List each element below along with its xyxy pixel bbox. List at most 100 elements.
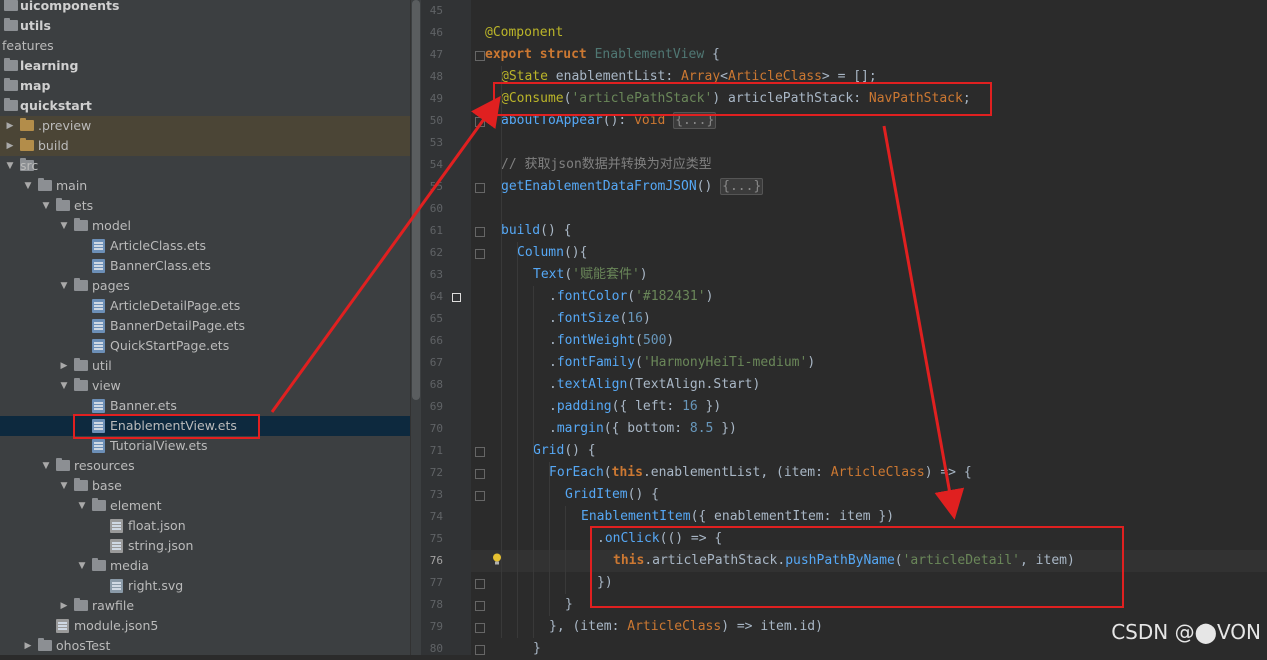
tree-item[interactable]: ▼ src (0, 156, 410, 176)
chevron-right-icon[interactable]: ▶ (22, 636, 34, 655)
chevron-down-icon[interactable]: ▼ (40, 196, 52, 216)
code-token: () (696, 179, 721, 194)
fold-marker-icon[interactable] (475, 623, 485, 633)
tree-item[interactable]: ▶ build (0, 136, 410, 156)
tree-item[interactable]: ▼ base (0, 476, 410, 496)
code-line[interactable]: } (565, 594, 573, 616)
code-line[interactable]: Grid() { (533, 440, 596, 462)
tree-item[interactable]: learning (0, 56, 410, 76)
code-line[interactable]: }, (item: ArticleClass) => item.id) (549, 616, 823, 638)
tree-item[interactable]: utils (0, 16, 410, 36)
tree-item[interactable]: ▶ .preview (0, 116, 410, 136)
chevron-down-icon[interactable]: ▼ (4, 156, 16, 176)
chevron-down-icon[interactable]: ▼ (58, 476, 70, 496)
code-line[interactable]: getEnablementDataFromJSON() {...} (501, 176, 764, 198)
fold-marker-icon[interactable] (475, 249, 485, 259)
code-line[interactable]: .fontFamily('HarmonyHeiTi-medium') (549, 352, 815, 374)
tree-item[interactable]: ▼ element (0, 496, 410, 516)
folder-icon (4, 0, 18, 11)
tree-item[interactable]: ▼ model (0, 216, 410, 236)
tree-item[interactable]: BannerDetailPage.ets (0, 316, 410, 336)
code-line[interactable]: build() { (501, 220, 571, 242)
tree-item[interactable]: ▼ resources (0, 456, 410, 476)
tree-item[interactable]: module.json5 (0, 616, 410, 636)
code-line[interactable]: Column(){ (517, 242, 587, 264)
tree-item[interactable]: ▶ util (0, 356, 410, 376)
code-token: '赋能套件' (572, 267, 640, 282)
code-line[interactable]: } (533, 638, 541, 660)
code-line[interactable]: EnablementItem({ enablementItem: item }) (581, 506, 894, 528)
project-tree-scrollbar[interactable] (410, 0, 421, 655)
scrollbar-thumb[interactable] (412, 0, 420, 400)
chevron-down-icon[interactable]: ▼ (76, 556, 88, 576)
chevron-right-icon[interactable]: ▶ (58, 596, 70, 616)
fold-marker-icon[interactable] (475, 117, 485, 127)
tree-item[interactable]: ▼ main (0, 176, 410, 196)
fold-marker-icon[interactable] (475, 491, 485, 501)
tree-item[interactable]: ▼ ets (0, 196, 410, 216)
tree-item[interactable]: ▼ media (0, 556, 410, 576)
fold-marker-icon[interactable] (475, 447, 485, 457)
code-line[interactable]: // 获取json数据并转换为对应类型 (501, 154, 712, 176)
code-line[interactable]: @Component (485, 22, 563, 44)
code-line[interactable]: .fontWeight(500) (549, 330, 674, 352)
tree-item-label: float.json (128, 518, 186, 533)
tree-item[interactable]: uicomponents (0, 0, 410, 16)
project-tree-panel: uicomponents utils features learning map quic… (0, 0, 410, 655)
code-token: ForEach (549, 465, 604, 480)
lightbulb-icon[interactable] (492, 553, 502, 565)
tree-item-label: ArticleClass.ets (110, 238, 207, 253)
code-line[interactable]: .fontColor('#182431') (549, 286, 713, 308)
tree-item[interactable]: ▼ pages (0, 276, 410, 296)
tree-item[interactable]: QuickStartPage.ets (0, 336, 410, 356)
code-line[interactable]: .margin({ bottom: 8.5 }) (549, 418, 737, 440)
fold-marker-icon[interactable] (475, 469, 485, 479)
fold-marker-icon[interactable] (475, 645, 485, 655)
folder-icon (74, 598, 88, 611)
code-token: ArticleClass (830, 465, 925, 480)
bookmark-icon[interactable] (452, 293, 461, 302)
chevron-right-icon[interactable]: ▶ (4, 136, 16, 156)
tree-item[interactable]: TutorialView.ets (0, 436, 410, 456)
tree-item[interactable]: string.json (0, 536, 410, 556)
tree-item[interactable]: ▶ ohosTest (0, 636, 410, 655)
tree-item[interactable]: ArticleDetailPage.ets (0, 296, 410, 316)
chevron-down-icon[interactable]: ▼ (22, 176, 34, 196)
tree-item[interactable]: Banner.ets (0, 396, 410, 416)
line-number: 78 (429, 598, 443, 611)
chevron-down-icon[interactable]: ▼ (40, 456, 52, 476)
fold-marker-icon[interactable] (475, 601, 485, 611)
tree-item-label: features (2, 38, 54, 53)
code-token: fontFamily (556, 355, 636, 370)
code-line[interactable]: .padding({ left: 16 }) (549, 396, 721, 418)
chevron-down-icon[interactable]: ▼ (58, 276, 70, 296)
code-line[interactable]: ForEach(this.enablementList, (item: Arti… (549, 462, 972, 484)
tree-item[interactable]: float.json (0, 516, 410, 536)
chevron-right-icon[interactable]: ▶ (58, 356, 70, 376)
tree-item[interactable]: BannerClass.ets (0, 256, 410, 276)
tree-item[interactable]: map (0, 76, 410, 96)
code-line[interactable]: export struct EnablementView { (485, 44, 720, 66)
code-line[interactable]: Text('赋能套件') (533, 264, 648, 286)
tree-item[interactable]: right.svg (0, 576, 410, 596)
code-token: . (549, 333, 557, 348)
tree-item[interactable]: ▼ view (0, 376, 410, 396)
fold-marker-icon[interactable] (475, 51, 485, 61)
tree-item[interactable]: ▶ rawfile (0, 596, 410, 616)
chevron-down-icon[interactable]: ▼ (58, 376, 70, 396)
chevron-down-icon[interactable]: ▼ (58, 216, 70, 236)
folder-icon (4, 18, 18, 31)
fold-marker-icon[interactable] (475, 579, 485, 589)
chevron-right-icon[interactable]: ▶ (4, 116, 16, 136)
fold-marker-icon[interactable] (475, 227, 485, 237)
code-token: this (611, 465, 643, 480)
code-line[interactable]: GridItem() { (565, 484, 659, 506)
code-line[interactable]: .textAlign(TextAlign.Start) (549, 374, 760, 396)
fold-marker-icon[interactable] (475, 183, 485, 193)
chevron-down-icon[interactable]: ▼ (76, 496, 88, 516)
code-line[interactable]: .fontSize(16) (549, 308, 651, 330)
tree-item[interactable]: quickstart (0, 96, 410, 116)
tree-item[interactable]: ArticleClass.ets (0, 236, 410, 256)
tree-item[interactable]: features (0, 36, 410, 56)
code-token: }, (item: (549, 619, 628, 634)
